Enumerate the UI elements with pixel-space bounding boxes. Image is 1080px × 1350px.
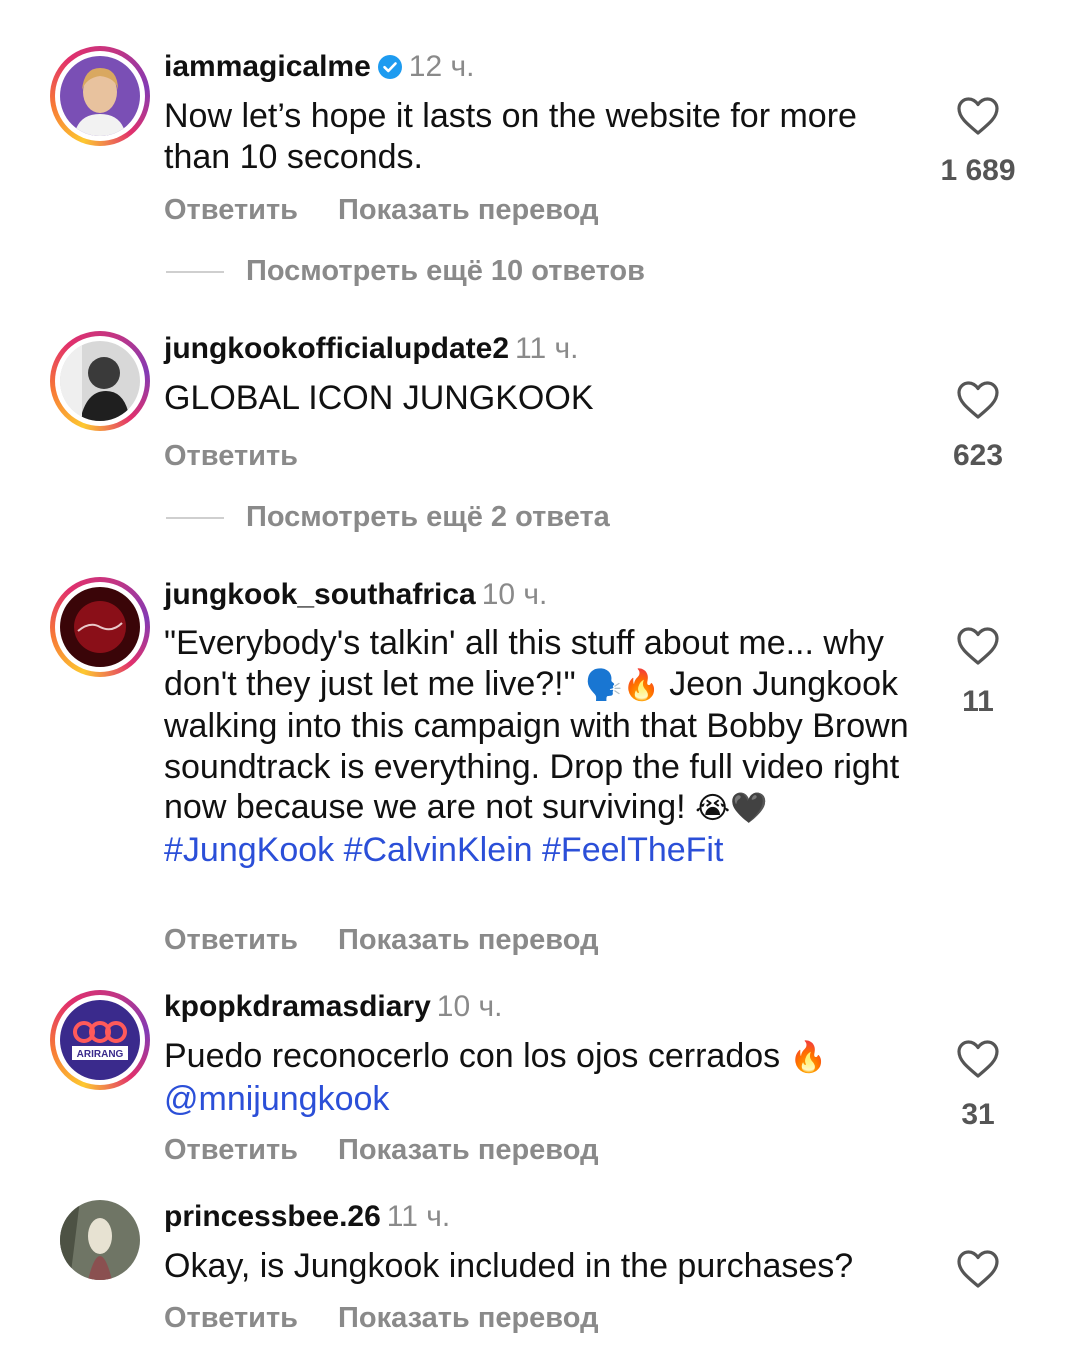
comment-header: iammagicalme 12 ч. — [164, 50, 474, 84]
heart-icon[interactable] — [956, 626, 1000, 666]
timestamp: 10 ч. — [436, 990, 503, 1023]
show-translation-button[interactable]: Показать перевод — [338, 924, 598, 956]
view-replies-label: Посмотреть ещё 10 ответов — [246, 255, 645, 287]
comment-actions: Ответить Показать перевод — [164, 194, 599, 227]
speaking-fire-emoji: 🗣️🔥 — [585, 668, 660, 702]
comment-actions: Ответить — [164, 440, 298, 473]
fire-emoji: 🔥 — [789, 1041, 827, 1074]
view-replies-button[interactable]: Посмотреть ещё 10 ответов — [166, 255, 645, 288]
reply-button[interactable]: Ответить — [164, 1134, 298, 1166]
comment-text: Now let’s hope it lasts on the website f… — [164, 97, 857, 176]
username[interactable]: kpopkdramasdiary — [164, 990, 431, 1023]
view-replies-button[interactable]: Посмотреть ещё 2 ответа — [166, 501, 610, 534]
avatar-image — [60, 56, 140, 136]
username[interactable]: jungkook_southafrica — [164, 578, 476, 611]
verified-badge-icon — [377, 55, 402, 79]
heart-icon[interactable] — [956, 380, 1000, 420]
show-translation-button[interactable]: Показать перевод — [338, 194, 598, 226]
avatar-image — [60, 1200, 140, 1280]
reply-button[interactable]: Ответить — [164, 924, 298, 956]
mention-link[interactable]: @mnijungkook — [164, 1080, 389, 1118]
divider-line — [166, 271, 224, 274]
comment-header: jungkookofficialupdate2 11 ч. — [164, 332, 578, 366]
avatar-image: ARIRANG — [60, 1000, 140, 1080]
view-replies-label: Посмотреть ещё 2 ответа — [246, 501, 610, 533]
comment-text: Okay, is Jungkook included in the purcha… — [164, 1247, 854, 1285]
avatar-image — [60, 341, 140, 421]
comment-text: "Everybody's talkin' all this stuff abou… — [164, 623, 924, 871]
comment-actions: Ответить Показать перевод — [164, 1134, 599, 1167]
username[interactable]: princessbee.26 — [164, 1200, 381, 1233]
reply-button[interactable]: Ответить — [164, 1302, 298, 1334]
like-count: 31 — [961, 1098, 995, 1131]
comment-header: jungkook_southafrica 10 ч. — [164, 578, 547, 612]
username[interactable]: iammagicalme — [164, 50, 371, 83]
show-translation-button[interactable]: Показать перевод — [338, 1302, 598, 1334]
comment-header: princessbee.26 11 ч. — [164, 1200, 450, 1234]
crying-heart-emoji: 😭🖤 — [695, 792, 768, 826]
comment-header: kpopkdramasdiary 10 ч. — [164, 990, 502, 1024]
like-count: 11 — [962, 685, 994, 718]
avatar-logo-text: ARIRANG — [77, 1049, 124, 1060]
show-translation-button[interactable]: Показать перевод — [338, 1134, 598, 1166]
timestamp: 11 ч. — [386, 1200, 451, 1233]
timestamp: 12 ч. — [408, 50, 475, 83]
avatar-image — [60, 587, 140, 667]
comment-actions: Ответить Показать перевод — [164, 924, 599, 957]
comment-actions: Ответить Показать перевод — [164, 1302, 599, 1335]
hashtags[interactable]: #JungKook #CalvinKlein #FeelTheFit — [164, 831, 723, 869]
avatar[interactable]: ARIRANG — [50, 990, 150, 1090]
avatar[interactable] — [50, 46, 150, 146]
heart-icon[interactable] — [956, 1249, 1000, 1289]
comment-text-part: Puedo reconocerlo con los ojos cerrados — [164, 1037, 781, 1075]
username[interactable]: jungkookofficialupdate2 — [164, 332, 509, 365]
avatar[interactable] — [50, 1190, 150, 1290]
divider-line — [166, 517, 224, 520]
like-count: 623 — [952, 439, 1004, 472]
heart-icon[interactable] — [956, 1039, 1000, 1079]
reply-button[interactable]: Ответить — [164, 440, 298, 472]
comment-text: Puedo reconocerlo con los ojos cerrados … — [164, 1036, 924, 1119]
timestamp: 10 ч. — [481, 578, 548, 611]
reply-button[interactable]: Ответить — [164, 194, 298, 226]
like-count: 1 689 — [940, 154, 1016, 187]
avatar[interactable] — [50, 577, 150, 677]
heart-icon[interactable] — [956, 96, 1000, 136]
comment-text: GLOBAL ICON JUNGKOOK — [164, 379, 594, 417]
timestamp: 11 ч. — [515, 332, 579, 365]
avatar[interactable] — [50, 331, 150, 431]
